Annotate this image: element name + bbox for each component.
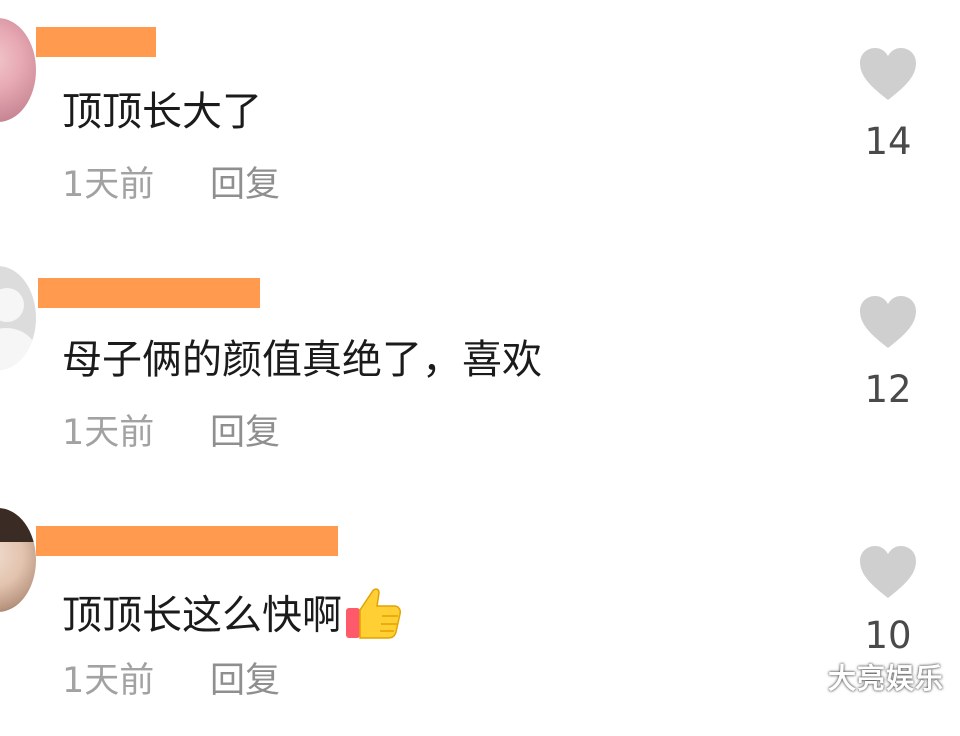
reply-button[interactable]: 回复 (210, 413, 280, 453)
avatar[interactable] (0, 508, 36, 612)
heart-icon (860, 296, 916, 348)
like-count: 12 (864, 368, 912, 411)
username-redaction (36, 27, 156, 57)
avatar[interactable] (0, 266, 36, 370)
username-redaction (38, 278, 260, 308)
avatar-shoulders-shape (0, 328, 36, 370)
comment-time: 1天前 (62, 661, 155, 701)
like-button[interactable] (858, 544, 918, 604)
comment-item: 顶顶长这么快啊 1天前 回复 10 (0, 496, 960, 736)
comment-text: 顶顶长这么快啊 (62, 584, 402, 651)
like-count: 10 (864, 614, 912, 657)
comment-text: 顶顶长大了 (62, 89, 262, 135)
comment-text: 母子俩的颜值真绝了，喜欢 (62, 337, 542, 383)
comment-time: 1天前 (62, 413, 155, 453)
heart-icon (860, 546, 916, 598)
comment-time: 1天前 (62, 165, 155, 205)
reply-button[interactable]: 回复 (210, 165, 280, 205)
like-button[interactable] (858, 46, 918, 106)
heart-icon (860, 48, 916, 100)
avatar-head-shape (0, 288, 24, 322)
thumbs-up-icon (344, 584, 402, 651)
username-redaction (36, 526, 338, 556)
avatar-hair-shape (0, 508, 36, 542)
comment-item: 母子俩的颜值真绝了，喜欢 1天前 回复 12 (0, 248, 960, 488)
comment-item: 顶顶长大了 1天前 回复 14 (0, 0, 960, 240)
comment-text-content: 顶顶长这么快啊 (62, 592, 342, 639)
watermark: 大亮娱乐 (827, 662, 944, 695)
avatar[interactable] (0, 18, 36, 122)
reply-button[interactable]: 回复 (210, 661, 280, 701)
like-button[interactable] (858, 294, 918, 354)
like-count: 14 (864, 120, 912, 163)
